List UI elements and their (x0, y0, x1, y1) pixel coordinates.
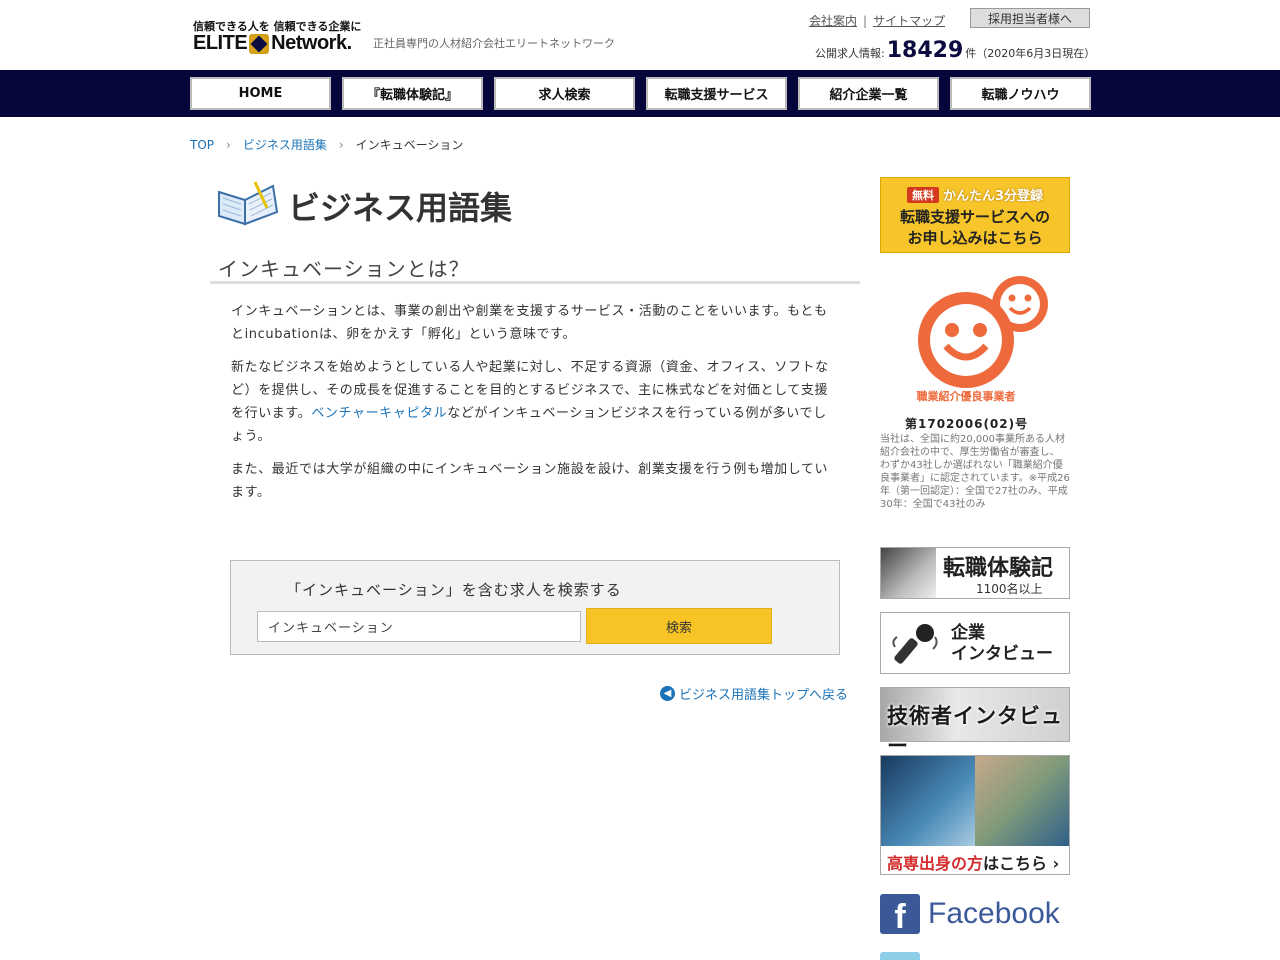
kosen-label: 高専出身の方 (887, 854, 984, 873)
section-heading: インキュベーションとは？ (218, 257, 470, 281)
logo-text-right: Network. (271, 32, 352, 54)
chevron-right-icon: › (338, 137, 344, 152)
nav-item-home[interactable]: HOME (190, 77, 331, 110)
award-number: 第1702006(02)号 (905, 417, 1029, 431)
job-search-box: 「インキュベーション」を含む求人を検索する 検索 (230, 560, 840, 655)
utility-links: 会社案内 | サイトマップ (809, 12, 945, 29)
award-arc-text: 職業紹介優良事業者 (917, 389, 1016, 402)
experience-stories-banner[interactable]: 転職体験記 1100名以上 (880, 547, 1070, 599)
register-line1: 転職支援サービスへの (899, 208, 1050, 226)
job-count-label: 公開求人情報: (815, 47, 885, 60)
nav-item-job-search[interactable]: 求人検索 (494, 77, 635, 110)
search-button[interactable]: 検索 (586, 608, 772, 644)
logo-text-left: ELITE (193, 32, 248, 54)
facebook-label: Facebook (928, 897, 1060, 930)
page-title: ビジネス用語集 (288, 189, 513, 227)
paragraph-definition: インキュベーションとは、事業の創出や創業を支援するサービス・活動のことをいいます… (231, 304, 828, 342)
engineer-photo (881, 756, 975, 846)
chevron-right-icon: › (226, 137, 231, 152)
breadcrumb-current: インキュベーション (355, 138, 464, 152)
open-book-icon (218, 181, 279, 226)
company-interview-banner[interactable]: 企業 インタビュー (880, 612, 1070, 674)
job-count-value: 18429 (886, 38, 964, 63)
paragraph-university: また、最近では大学が組織の中にインキュベーション施設を設け、創業支援を行う例も増… (231, 462, 829, 500)
engineer-interview-title: 技術者インタビュー (887, 704, 1063, 758)
job-count-date: （2020年6月3日現在） (976, 47, 1096, 60)
breadcrumb: TOP › ビジネス用語集 › インキュベーション (190, 136, 463, 153)
register-line2: お申し込みはこちら (907, 229, 1043, 247)
article-body: インキュベーションとは、事業の創出や創業を支援するサービス・活動のことをいいます… (231, 300, 836, 514)
chevron-right-icon: › (1052, 854, 1060, 873)
link-separator: | (863, 13, 868, 28)
quick-register-label: かんたん3分登録 (942, 189, 1044, 204)
circuit-board-photo (975, 756, 1069, 846)
search-label: 「インキュベーション」を含む求人を検索する (286, 581, 622, 599)
facebook-icon: f (880, 894, 920, 934)
register-banner[interactable]: 無料 かんたん3分登録 転職支援サービスへの お申し込みはこちら (880, 177, 1070, 253)
recruiter-button[interactable]: 採用担当者様へ (970, 8, 1090, 28)
nav-item-support-service[interactable]: 転職支援サービス (646, 77, 787, 110)
global-nav: HOME 『転職体験記』 求人検索 転職支援サービス 紹介企業一覧 転職ノウハウ (0, 70, 1280, 117)
kosen-rest: はこちら (983, 854, 1048, 873)
search-input[interactable] (257, 611, 581, 642)
microphone-icon (892, 624, 938, 664)
experience-title: 転職体験記 (943, 556, 1054, 581)
company-info-link[interactable]: 会社案内 (809, 12, 857, 29)
nav-item-experiences[interactable]: 『転職体験記』 (342, 77, 483, 110)
award-description: 当社は、全国に約20,000事業所ある人材紹介会社の中で、厚生労働省が審査し、 … (880, 434, 1070, 510)
breadcrumb-top[interactable]: TOP (190, 138, 214, 152)
paragraph-business: 新たなビジネスを始めようとしている人や起業に対し、不足する資源（資金、オフィス、… (231, 356, 836, 448)
award-smile-logo: 職業紹介優良事業者 (917, 276, 1048, 402)
site-header: 信頼できる人を 信頼できる企業に ELITE Network. 正社員専門の人材… (0, 0, 1280, 70)
back-link-label: ビジネス用語集トップへ戻る (679, 688, 849, 703)
facebook-banner[interactable]: f Facebook (880, 893, 1070, 935)
section-divider (210, 281, 860, 284)
site-logo[interactable]: ELITE Network. (193, 32, 352, 55)
nav-item-companies[interactable]: 紹介企業一覧 (798, 77, 939, 110)
back-to-glossary-link[interactable]: ◀ ビジネス用語集トップへ戻る (660, 684, 848, 703)
nav-item-knowhow[interactable]: 転職ノウハウ (950, 77, 1091, 110)
interview-line2: インタビュー (951, 644, 1053, 664)
company-tagline: 正社員専門の人材紹介会社エリートネットワーク (373, 37, 615, 50)
engineer-interview-banner[interactable]: 技術者インタビュー (880, 687, 1070, 758)
experience-sub: 1100名以上 (976, 582, 1043, 596)
arrow-left-circle-icon: ◀ (660, 686, 675, 701)
sitemap-link[interactable]: サイトマップ (873, 12, 945, 29)
job-count: 公開求人情報: 18429 件 （2020年6月3日現在） (815, 38, 1095, 63)
breadcrumb-glossary[interactable]: ビジネス用語集 (243, 136, 327, 153)
twitter-banner-partial[interactable] (880, 952, 920, 960)
logo-mark-icon (249, 33, 270, 54)
interview-line1: 企業 (951, 623, 985, 643)
venture-capital-link[interactable]: ベンチャーキャピタル (311, 406, 447, 421)
kosen-graduate-banner[interactable]: 高専出身の方はこちら › (880, 755, 1070, 875)
job-count-unit: 件 (965, 47, 977, 60)
free-badge: 無料 (906, 186, 939, 203)
pen-photo (881, 548, 936, 598)
